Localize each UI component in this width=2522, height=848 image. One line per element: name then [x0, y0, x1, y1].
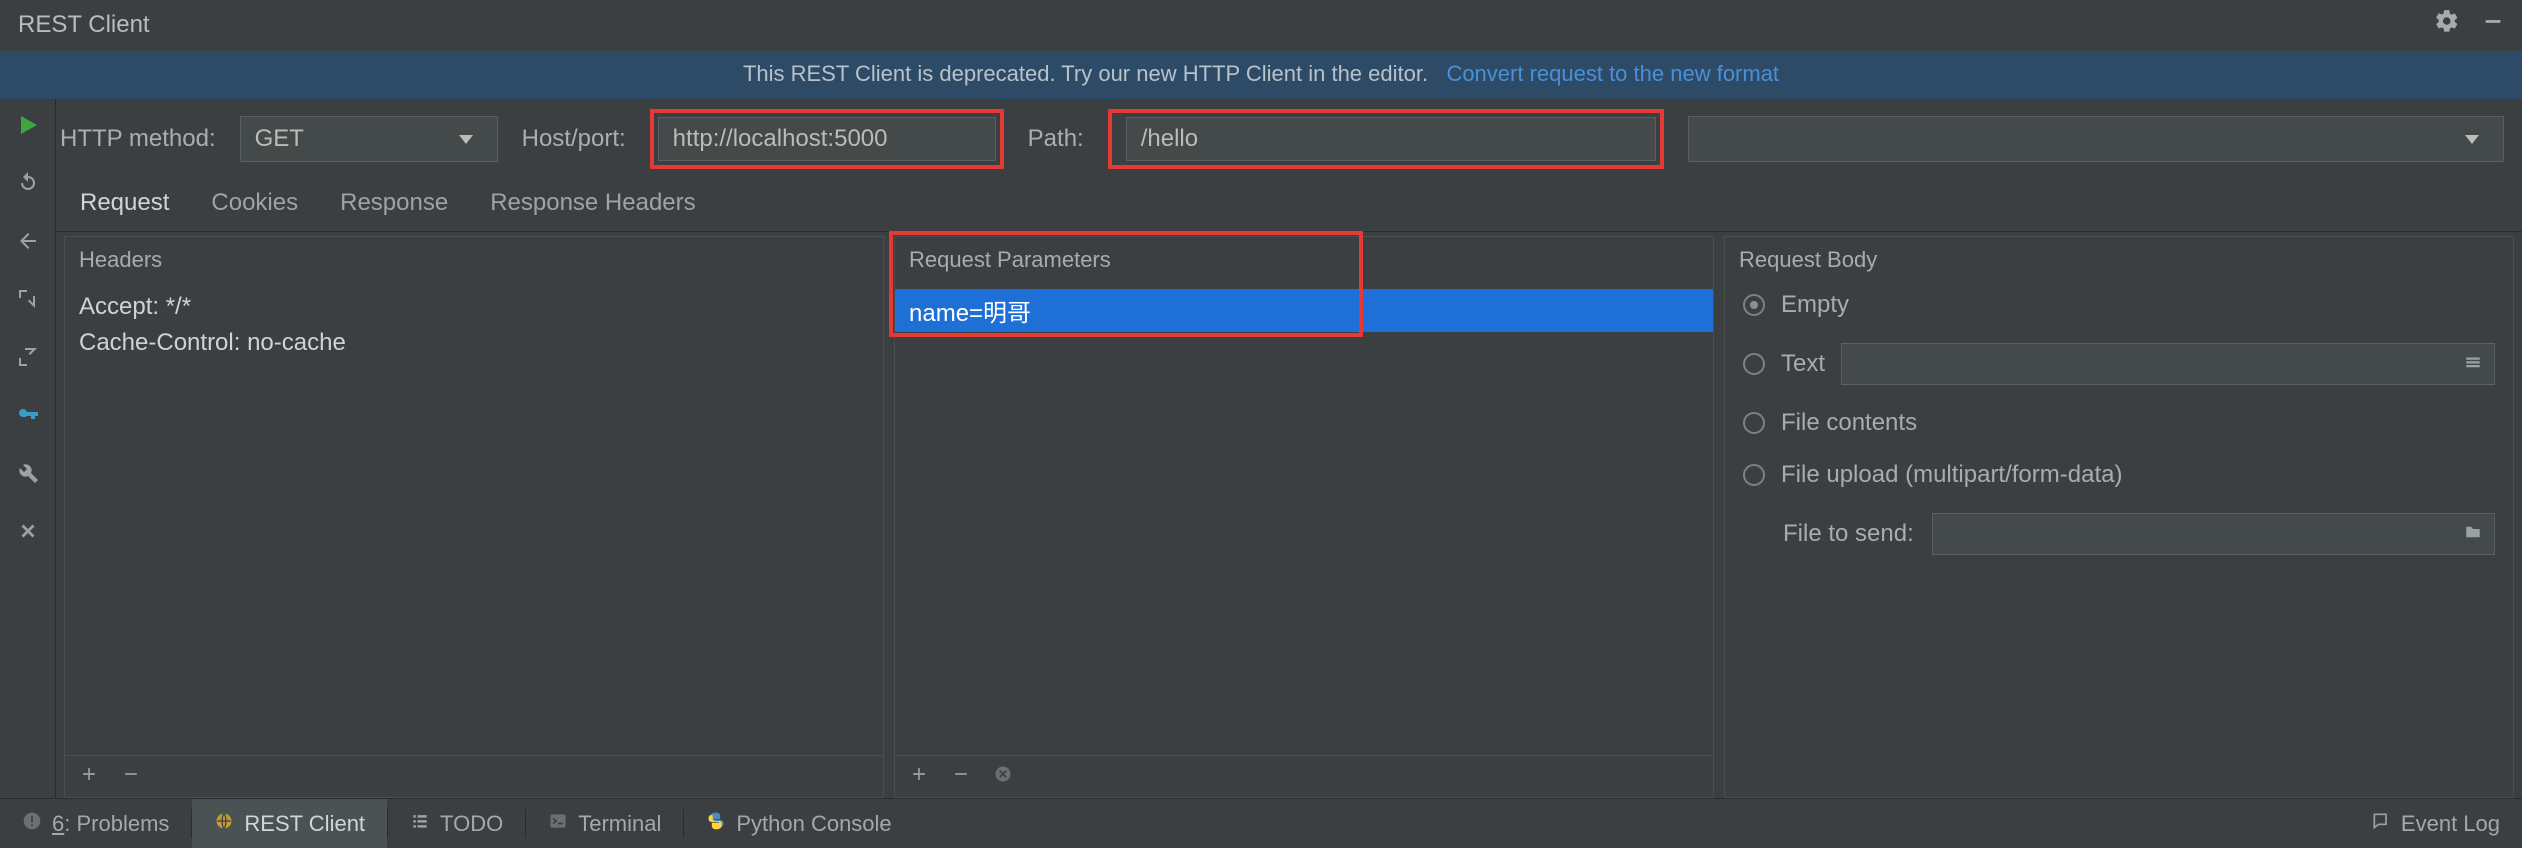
- tab-cookies[interactable]: Cookies: [211, 189, 298, 217]
- back-icon[interactable]: [14, 227, 42, 255]
- body-options: Empty Text File contents: [1725, 283, 2513, 563]
- left-gutter: [0, 99, 56, 798]
- tab-response[interactable]: Response: [340, 189, 448, 217]
- clear-icon[interactable]: [993, 764, 1013, 789]
- tool-window-title: REST Client: [18, 11, 150, 39]
- bottom-tab-rest-client[interactable]: REST Client: [192, 799, 387, 848]
- remove-icon[interactable]: [951, 764, 971, 789]
- method-value: GET: [255, 125, 304, 153]
- method-combo[interactable]: GET: [240, 116, 498, 162]
- headers-footer: [65, 755, 883, 797]
- radio-icon: [1743, 294, 1765, 316]
- content-column: HTTP method: GET Host/port: Path:: [56, 99, 2522, 798]
- body-option-label: Empty: [1781, 291, 1849, 319]
- file-to-send-row: File to send:: [1743, 513, 2495, 555]
- bottom-tab-problems[interactable]: 6: Problems: [0, 799, 191, 848]
- problems-number: 6: [52, 811, 64, 836]
- body-panel: Request Body Empty Text: [1724, 236, 2514, 798]
- request-tabs: Request Cookies Response Response Header…: [56, 179, 2522, 232]
- param-row[interactable]: name=明哥: [895, 289, 1713, 332]
- bottom-tab-event-log[interactable]: Event Log: [2349, 799, 2522, 848]
- panels-row: Headers Accept: */* Cache-Control: no-ca…: [56, 232, 2522, 798]
- radio-icon: [1743, 464, 1765, 486]
- headers-panel: Headers Accept: */* Cache-Control: no-ca…: [64, 236, 884, 798]
- path-highlight-box: [1108, 109, 1664, 169]
- history-combo[interactable]: [1688, 116, 2504, 162]
- radio-icon: [1743, 412, 1765, 434]
- tab-response-headers[interactable]: Response Headers: [490, 189, 695, 217]
- python-icon: [706, 811, 726, 837]
- file-to-send-field[interactable]: [1932, 513, 2495, 555]
- terminal-icon: [548, 811, 568, 837]
- folder-icon[interactable]: [2462, 520, 2484, 548]
- banner-convert-link[interactable]: Convert request to the new format: [1446, 61, 1779, 86]
- header-row[interactable]: Accept: */*: [65, 289, 883, 325]
- header-row[interactable]: Cache-Control: no-cache: [65, 325, 883, 361]
- bottom-tab-terminal[interactable]: Terminal: [526, 799, 683, 848]
- gear-icon[interactable]: [2434, 8, 2460, 41]
- body-option-text[interactable]: Text: [1743, 343, 2495, 385]
- path-label: Path:: [1028, 125, 1084, 153]
- problems-label: : Problems: [64, 811, 169, 836]
- body-option-file-contents[interactable]: File contents: [1743, 409, 2495, 437]
- bottom-tab-todo[interactable]: TODO: [388, 799, 525, 848]
- body-option-file-upload[interactable]: File upload (multipart/form-data): [1743, 461, 2495, 489]
- remove-icon[interactable]: [121, 764, 141, 789]
- rest-client-icon: [214, 811, 234, 837]
- headers-title: Headers: [65, 237, 883, 283]
- chevron-down-icon: [2465, 135, 2479, 144]
- host-input[interactable]: [658, 117, 996, 161]
- body-option-label: File contents: [1781, 409, 1917, 437]
- rest-client-tool-window: REST Client This REST Client is deprecat…: [0, 0, 2522, 848]
- export-icon[interactable]: [14, 285, 42, 313]
- wrench-icon[interactable]: [14, 459, 42, 487]
- warning-icon: [22, 811, 42, 837]
- tool-window-controls: [2434, 8, 2504, 41]
- minimize-icon[interactable]: [2482, 10, 2504, 39]
- body-option-empty[interactable]: Empty: [1743, 291, 2495, 319]
- file-to-send-label: File to send:: [1783, 520, 1914, 548]
- body-option-label: File upload (multipart/form-data): [1781, 461, 2122, 489]
- method-label: HTTP method:: [60, 125, 216, 153]
- event-log-icon: [2371, 811, 2391, 837]
- radio-icon: [1743, 353, 1765, 375]
- params-list[interactable]: name=明哥: [895, 283, 1713, 755]
- todo-icon: [410, 811, 430, 837]
- banner-text: This REST Client is deprecated. Try our …: [743, 61, 1428, 86]
- request-controls: HTTP method: GET Host/port: Path:: [56, 99, 2522, 179]
- run-icon[interactable]: [14, 111, 42, 139]
- main-row: HTTP method: GET Host/port: Path:: [0, 99, 2522, 798]
- import-icon[interactable]: [14, 343, 42, 371]
- path-input[interactable]: [1126, 117, 1656, 161]
- bottom-tab-label: TODO: [440, 811, 503, 837]
- host-highlight-box: [650, 109, 1004, 169]
- host-label: Host/port:: [522, 125, 626, 153]
- bottom-tab-label: Terminal: [578, 811, 661, 837]
- tab-request[interactable]: Request: [80, 189, 169, 217]
- bottom-status-bar: 6: Problems REST Client TODO Terminal Py…: [0, 798, 2522, 848]
- deprecation-banner: This REST Client is deprecated. Try our …: [0, 51, 2522, 99]
- params-title: Request Parameters: [895, 237, 1713, 283]
- body-text-field[interactable]: [1841, 343, 2495, 385]
- chevron-down-icon: [459, 135, 473, 144]
- params-footer: [895, 755, 1713, 797]
- close-icon[interactable]: [14, 517, 42, 545]
- headers-list[interactable]: Accept: */* Cache-Control: no-cache: [65, 283, 883, 755]
- bottom-tab-label: Event Log: [2401, 811, 2500, 837]
- body-option-label: Text: [1781, 350, 1825, 378]
- tool-window-titlebar: REST Client: [0, 0, 2522, 51]
- expand-icon[interactable]: [2462, 350, 2484, 378]
- refresh-icon[interactable]: [14, 169, 42, 197]
- params-panel: Request Parameters name=明哥: [894, 236, 1714, 798]
- key-icon[interactable]: [14, 401, 42, 429]
- bottom-tab-label: Python Console: [736, 811, 891, 837]
- body-title: Request Body: [1725, 237, 2513, 283]
- bottom-tab-python-console[interactable]: Python Console: [684, 799, 913, 848]
- add-icon[interactable]: [79, 764, 99, 789]
- bottom-tab-label: REST Client: [244, 811, 365, 837]
- add-icon[interactable]: [909, 764, 929, 789]
